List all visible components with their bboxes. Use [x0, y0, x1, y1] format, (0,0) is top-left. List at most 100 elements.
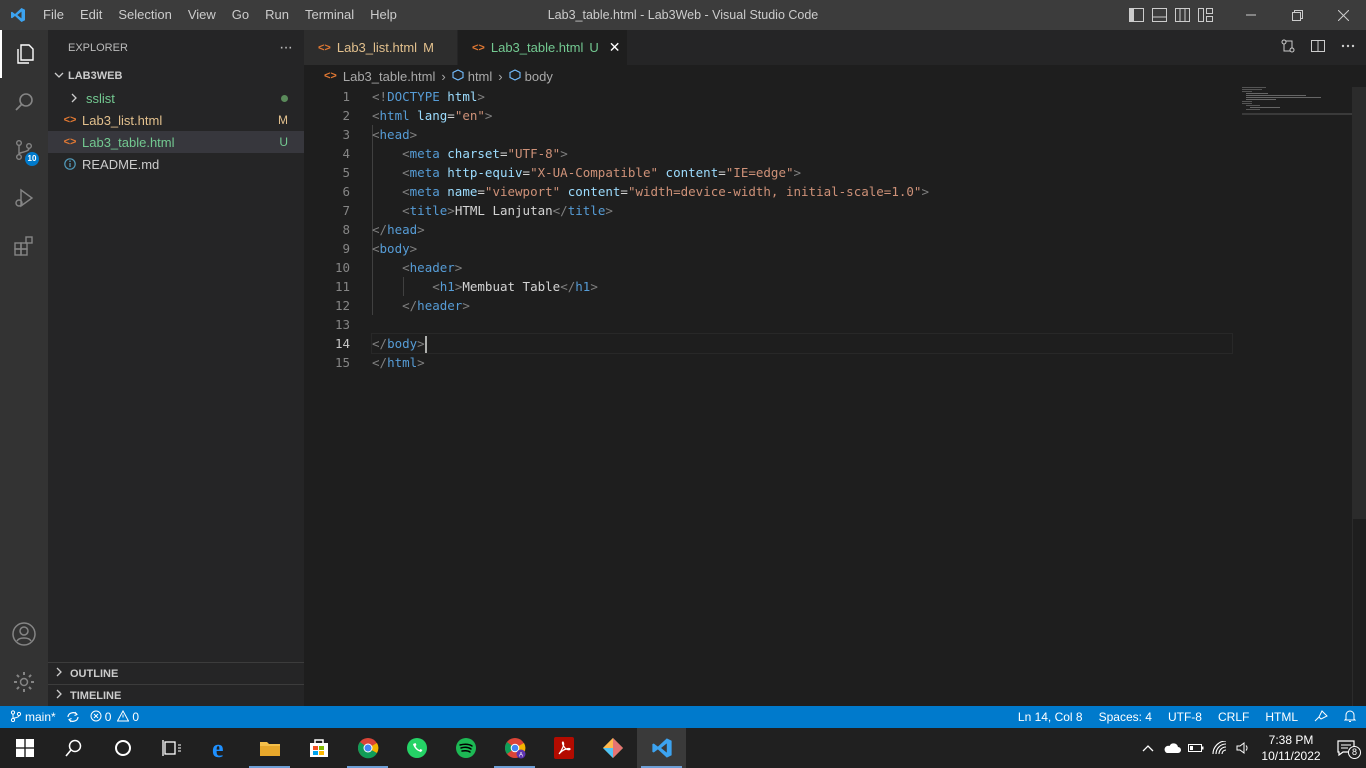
accounts-icon[interactable] — [0, 610, 48, 658]
toggle-panel-icon[interactable] — [1151, 7, 1168, 24]
code-lines[interactable]: <!DOCTYPE html> <html lang="en"> <head> … — [371, 87, 1233, 372]
outline-section[interactable]: OUTLINE — [48, 662, 304, 684]
line-number: 2 — [342, 108, 350, 123]
action-center-icon[interactable]: 8 — [1326, 740, 1366, 759]
chevron-right-icon — [54, 667, 64, 680]
open-changes-icon[interactable] — [1280, 38, 1296, 57]
customize-layout-icon[interactable] — [1197, 7, 1214, 24]
tab-modified-flag: M — [423, 40, 434, 55]
menu-file[interactable]: File — [35, 0, 72, 30]
feedback-icon[interactable] — [1314, 709, 1328, 725]
acrobat-reader-icon[interactable] — [539, 728, 588, 768]
split-editor-icon[interactable] — [1310, 38, 1326, 57]
volume-icon[interactable] — [1232, 741, 1256, 755]
folder-name: LAB3WEB — [68, 70, 123, 82]
close-window-icon[interactable] — [1320, 0, 1366, 30]
settings-gear-icon[interactable] — [0, 658, 48, 706]
language-mode[interactable]: HTML — [1265, 710, 1298, 724]
branch-indicator[interactable]: main* — [10, 709, 56, 725]
menu-terminal[interactable]: Terminal — [297, 0, 362, 30]
line-ending[interactable]: CRLF — [1218, 710, 1249, 724]
status-bar: main* 0 0 Ln 14, Col 8 Spaces: 4 UTF-8 C… — [0, 706, 1366, 728]
restore-icon[interactable] — [1274, 0, 1320, 30]
git-tool-icon[interactable] — [588, 728, 637, 768]
title-bar: File Edit Selection View Go Run Terminal… — [0, 0, 1366, 30]
tree-item-lab3-table[interactable]: <> Lab3_table.html U — [48, 131, 304, 153]
svg-text:A: A — [519, 753, 523, 759]
wifi-icon[interactable] — [1208, 741, 1232, 755]
menu-go[interactable]: Go — [224, 0, 257, 30]
sync-icon[interactable] — [66, 711, 80, 723]
breadcrumb-file[interactable]: Lab3_table.html — [343, 69, 436, 84]
timeline-section[interactable]: TIMELINE — [48, 684, 304, 706]
code-line: <html lang="en"> — [372, 108, 493, 123]
onedrive-cloud-icon[interactable] — [1160, 742, 1184, 754]
symbol-icon — [452, 68, 464, 84]
encoding[interactable]: UTF-8 — [1168, 710, 1202, 724]
taskbar-search-icon[interactable] — [49, 728, 98, 768]
tab-lab3-table[interactable]: <> Lab3_table.html U ✕ — [458, 30, 628, 65]
breadcrumb-html[interactable]: html — [468, 69, 493, 84]
indentation[interactable]: Spaces: 4 — [1099, 710, 1152, 724]
menu-view[interactable]: View — [180, 0, 224, 30]
html-file-icon: <> — [318, 41, 331, 54]
menu-selection[interactable]: Selection — [110, 0, 179, 30]
code-editor[interactable]: 1 2 3 4 5 6 7 8 9 10 11 12 13 14 15 <!DO… — [304, 87, 1366, 706]
toggle-primary-sidebar-icon[interactable] — [1128, 7, 1145, 24]
notifications-bell-icon[interactable] — [1343, 709, 1357, 725]
breadcrumb-body[interactable]: body — [525, 69, 553, 84]
minimize-icon[interactable] — [1228, 0, 1274, 30]
branch-name: main* — [25, 710, 56, 724]
windows-start-icon[interactable] — [0, 728, 49, 768]
more-actions-button[interactable]: ··· — [279, 39, 293, 57]
microsoft-store-icon[interactable] — [294, 728, 343, 768]
menu-edit[interactable]: Edit — [72, 0, 110, 30]
chevron-right-icon — [54, 689, 64, 702]
menu-help[interactable]: Help — [362, 0, 405, 30]
untracked-dot-icon — [281, 91, 288, 105]
tab-lab3-list[interactable]: <> Lab3_list.html M — [304, 30, 458, 65]
modified-badge: M — [278, 113, 288, 127]
tree-item-sslist[interactable]: sslist — [48, 87, 304, 109]
html-file-icon: <> — [472, 41, 485, 54]
workspace-folder[interactable]: LAB3WEB — [48, 65, 304, 87]
vscode-taskbar-icon[interactable] — [637, 728, 686, 768]
show-hidden-icons-icon[interactable] — [1136, 744, 1160, 752]
menu-run[interactable]: Run — [257, 0, 297, 30]
html-file-icon: <> — [63, 114, 77, 126]
whatsapp-icon[interactable] — [392, 728, 441, 768]
vscode-logo-icon — [0, 0, 35, 30]
cursor-position[interactable]: Ln 14, Col 8 — [1018, 710, 1083, 724]
battery-icon[interactable] — [1184, 743, 1208, 753]
scrollbar-thumb[interactable] — [1353, 87, 1366, 519]
activity-bar: 10 — [0, 30, 48, 706]
code-line: <header> — [402, 260, 463, 275]
tree-item-lab3-list[interactable]: <> Lab3_list.html M — [48, 109, 304, 131]
code-line: <title>HTML Lanjutan</title> — [402, 203, 613, 218]
tree-item-readme[interactable]: README.md — [48, 153, 304, 175]
run-debug-icon[interactable] — [0, 174, 48, 222]
extensions-icon[interactable] — [0, 222, 48, 270]
chrome-profile-icon[interactable]: A — [490, 728, 539, 768]
taskbar-clock[interactable]: 7:38 PM 10/11/2022 — [1256, 732, 1326, 764]
chrome-icon[interactable] — [343, 728, 392, 768]
tab-label: Lab3_list.html — [336, 40, 418, 55]
vertical-scrollbar[interactable] — [1352, 87, 1366, 706]
problems-indicator[interactable]: 0 0 — [90, 709, 139, 725]
spotify-icon[interactable] — [441, 728, 490, 768]
code-line: <head> — [372, 127, 418, 142]
task-view-icon[interactable] — [147, 728, 196, 768]
source-control-icon[interactable]: 10 — [0, 126, 48, 174]
more-actions-icon[interactable] — [1340, 38, 1356, 57]
minimap[interactable] — [1242, 87, 1352, 117]
explorer-icon[interactable] — [0, 30, 48, 78]
cortana-icon[interactable] — [98, 728, 147, 768]
edge-browser-icon[interactable]: e — [196, 728, 245, 768]
code-line-current: </body> — [371, 333, 1233, 354]
toggle-secondary-sidebar-icon[interactable] — [1174, 7, 1191, 24]
file-explorer-icon[interactable] — [245, 728, 294, 768]
text-cursor — [424, 336, 427, 353]
explorer-title: EXPLORER — [68, 41, 128, 54]
search-icon[interactable] — [0, 78, 48, 126]
close-tab-icon[interactable]: ✕ — [609, 39, 621, 56]
